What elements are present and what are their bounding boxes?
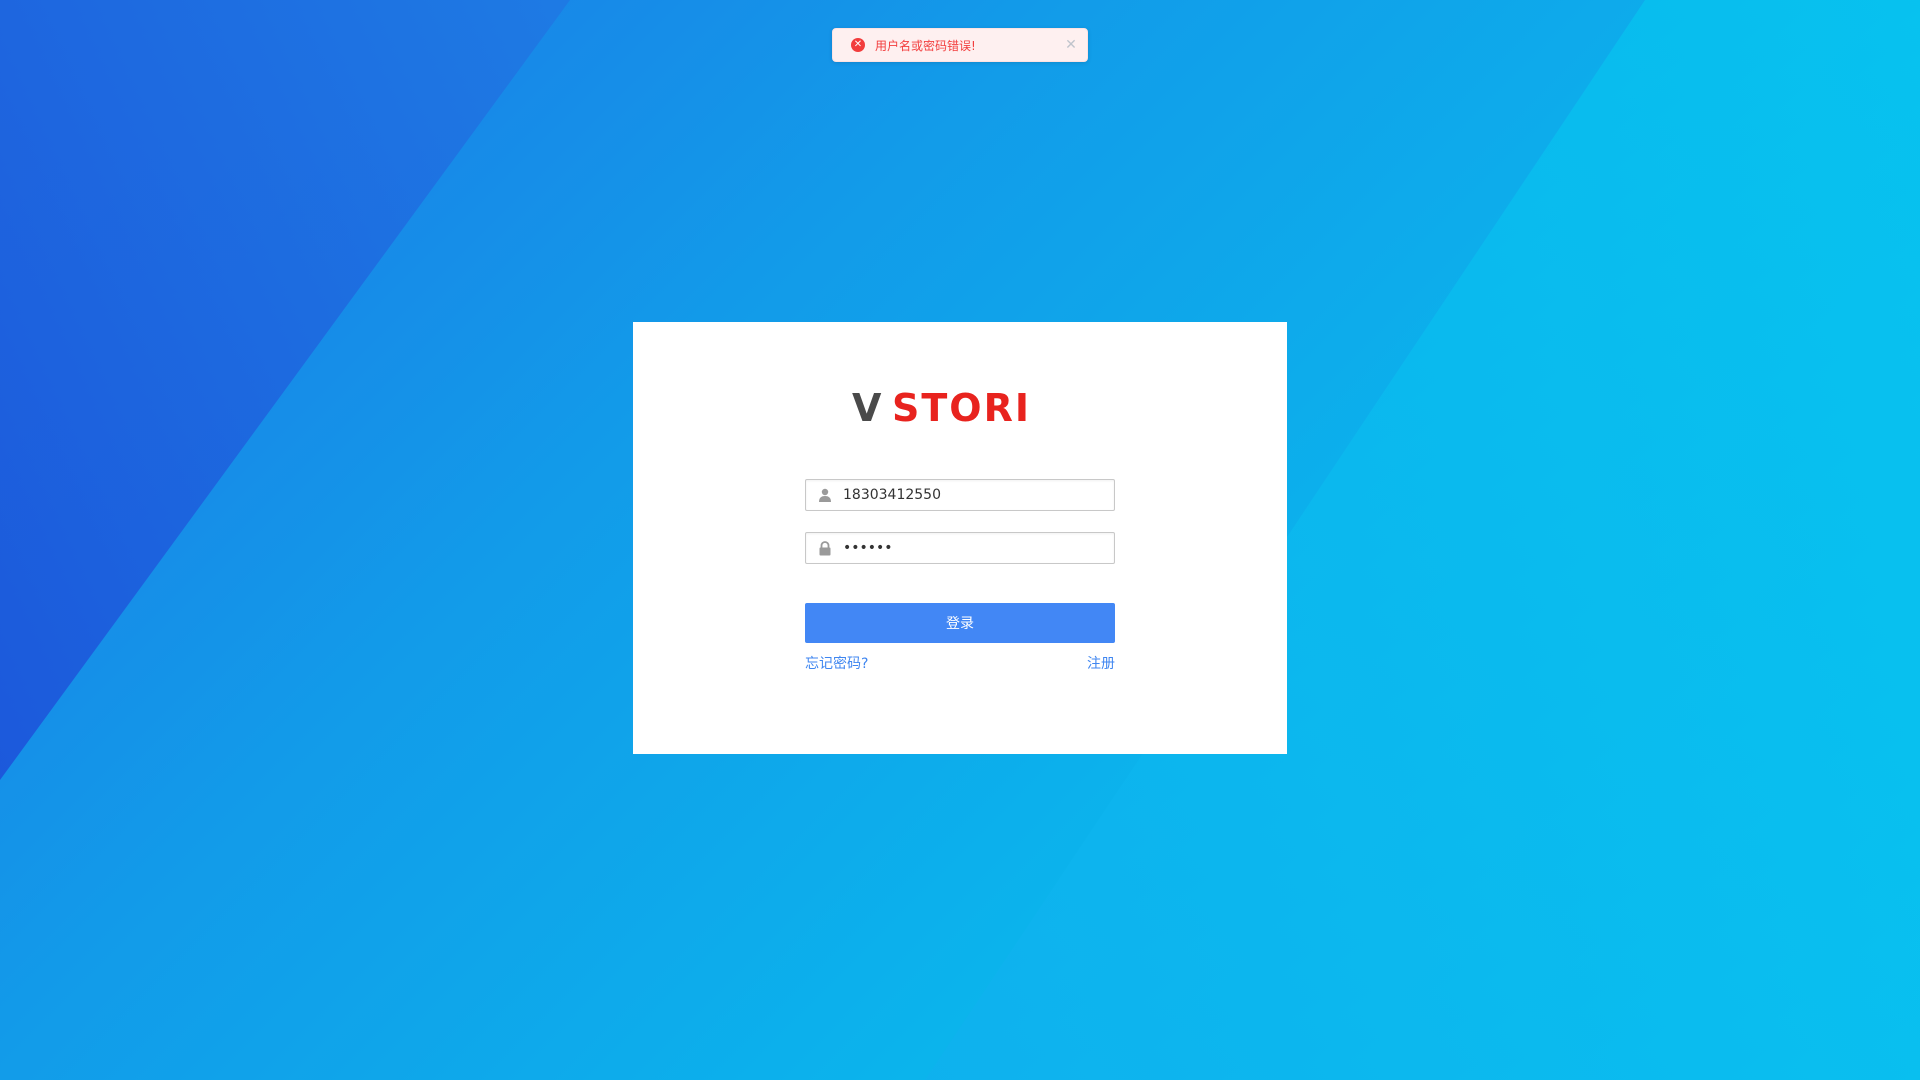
toast-message: 用户名或密码错误! — [875, 38, 976, 53]
logo-prefix: V — [852, 390, 882, 426]
username-input[interactable] — [843, 487, 1093, 503]
logo-suffix: STORI — [892, 390, 1031, 426]
vstori-logo: V STORI — [852, 390, 1031, 426]
forgot-password-link[interactable]: 忘记密码? — [805, 653, 868, 673]
login-card: V STORI 登录 忘记密码? 注册 — [633, 322, 1287, 754]
username-field[interactable] — [805, 479, 1115, 511]
close-icon[interactable]: ✕ — [1063, 37, 1079, 53]
error-circle-icon: ✕ — [851, 38, 865, 52]
logo: V STORI — [852, 390, 1068, 426]
password-field[interactable] — [805, 532, 1115, 564]
register-link[interactable]: 注册 — [1087, 653, 1115, 673]
error-toast: ✕ 用户名或密码错误! ✕ — [832, 28, 1088, 62]
password-input[interactable] — [843, 540, 1093, 556]
user-icon — [817, 487, 833, 503]
lock-icon — [817, 540, 833, 556]
login-button[interactable]: 登录 — [805, 603, 1115, 643]
